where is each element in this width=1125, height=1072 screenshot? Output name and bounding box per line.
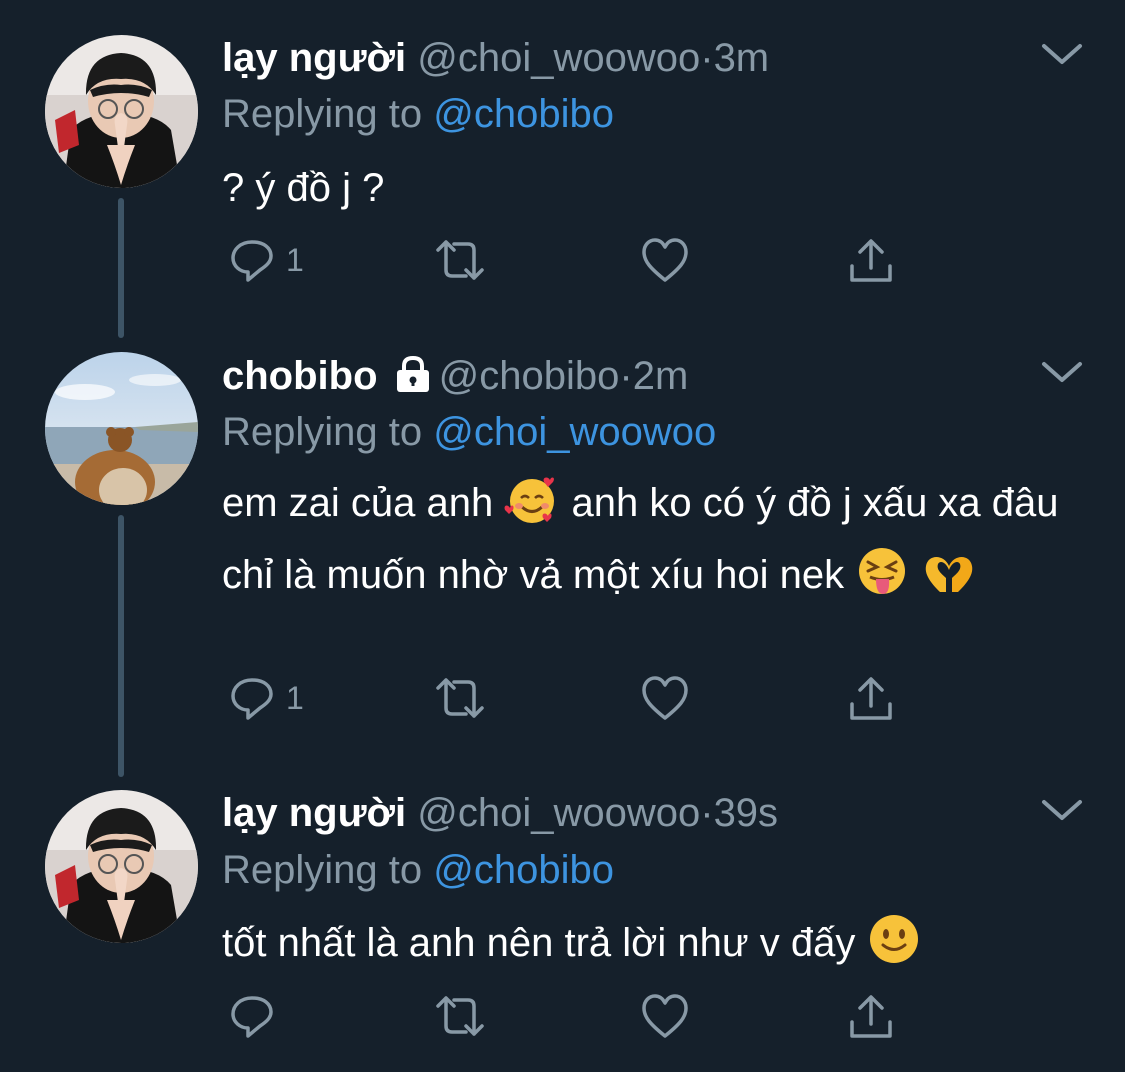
reply-button[interactable]: 1	[228, 674, 304, 722]
tweet-text: tốt nhất là anh nên trả lời như v đấy	[222, 912, 1092, 984]
reply-icon	[231, 240, 273, 282]
handle[interactable]: @chobibo	[439, 354, 620, 398]
like-button[interactable]	[640, 674, 690, 722]
replying-label: Replying to	[222, 92, 434, 136]
share-button[interactable]	[846, 992, 896, 1042]
tweet-actions: 1	[222, 236, 922, 292]
retweet-icon	[436, 996, 484, 1036]
reply-count: 1	[286, 241, 304, 278]
reply-button[interactable]: 1	[228, 236, 304, 284]
mention-link[interactable]: @chobibo	[433, 92, 614, 136]
reply-icon	[231, 678, 273, 720]
thread-line	[118, 198, 124, 338]
tweet-header: lạy người @choi_woowoo·39s	[222, 789, 778, 837]
display-name[interactable]: lạy người	[222, 791, 406, 835]
tweet-header: chobibo @chobibo·2m	[222, 352, 688, 404]
chevron-down-icon[interactable]	[1040, 358, 1084, 391]
handle[interactable]: @choi_woowoo	[417, 36, 700, 80]
chevron-down-icon[interactable]	[1040, 40, 1084, 73]
avatar-choi-woowoo[interactable]	[45, 35, 198, 188]
replying-label: Replying to	[222, 848, 434, 892]
replying-label: Replying to	[222, 410, 434, 454]
tweet-text: em zai của anh anh ko có ý đồ j xấu xa đ…	[222, 472, 1092, 616]
tweet-text: ? ý đồ j ?	[222, 157, 1092, 219]
smiling-face-with-hearts-emoji	[504, 474, 560, 544]
retweet-button[interactable]	[434, 674, 486, 722]
separator-dot: ·	[619, 354, 633, 398]
retweet-button[interactable]	[434, 236, 486, 284]
share-button[interactable]	[846, 674, 896, 724]
timestamp[interactable]: 3m	[714, 36, 770, 80]
replying-to: Replying to @chobibo	[222, 846, 614, 894]
lock-icon	[393, 355, 433, 404]
reply-icon	[231, 996, 273, 1038]
replying-to: Replying to @choi_woowoo	[222, 408, 716, 456]
chevron-down-icon[interactable]	[1040, 796, 1084, 829]
separator-dot: ·	[700, 36, 714, 80]
tweet-actions	[222, 992, 922, 1048]
like-button[interactable]	[640, 992, 690, 1040]
retweet-icon	[436, 240, 484, 280]
tweet-header: lạy người @choi_woowoo·3m	[222, 34, 769, 82]
replying-to: Replying to @chobibo	[222, 90, 614, 138]
display-name[interactable]: lạy người	[222, 36, 406, 80]
mention-link[interactable]: @choi_woowoo	[433, 410, 716, 454]
handle[interactable]: @choi_woowoo	[417, 791, 700, 835]
retweet-button[interactable]	[434, 992, 486, 1040]
timestamp[interactable]: 39s	[714, 791, 779, 835]
share-icon	[850, 995, 892, 1038]
avatar-choi-woowoo[interactable]	[45, 790, 198, 943]
heart-icon	[642, 676, 688, 720]
display-name[interactable]: chobibo	[222, 354, 378, 398]
heart-icon	[642, 238, 688, 282]
share-icon	[850, 239, 892, 282]
share-button[interactable]	[846, 236, 896, 286]
share-icon	[850, 677, 892, 720]
tweet-text-content: ? ý đồ j ?	[222, 166, 385, 210]
retweet-icon	[436, 678, 484, 718]
like-button[interactable]	[640, 236, 690, 284]
reply-button[interactable]	[228, 992, 286, 1040]
heart-hands-emoji	[920, 548, 978, 616]
avatar-chobibo[interactable]	[45, 352, 198, 505]
slightly-smiling-face-emoji	[867, 912, 921, 984]
thread-line	[118, 515, 124, 777]
tweet-text-content: tốt nhất là anh nên trả lời như v đấy	[222, 921, 856, 965]
timestamp[interactable]: 2m	[633, 354, 689, 398]
mention-link[interactable]: @chobibo	[433, 848, 614, 892]
heart-icon	[642, 994, 688, 1038]
tweet-text-part-1: em zai của anh	[222, 481, 494, 525]
separator-dot: ·	[700, 791, 714, 835]
squinting-tongue-emoji	[855, 544, 909, 616]
reply-count: 1	[286, 679, 304, 716]
tweet-actions: 1	[222, 674, 922, 730]
